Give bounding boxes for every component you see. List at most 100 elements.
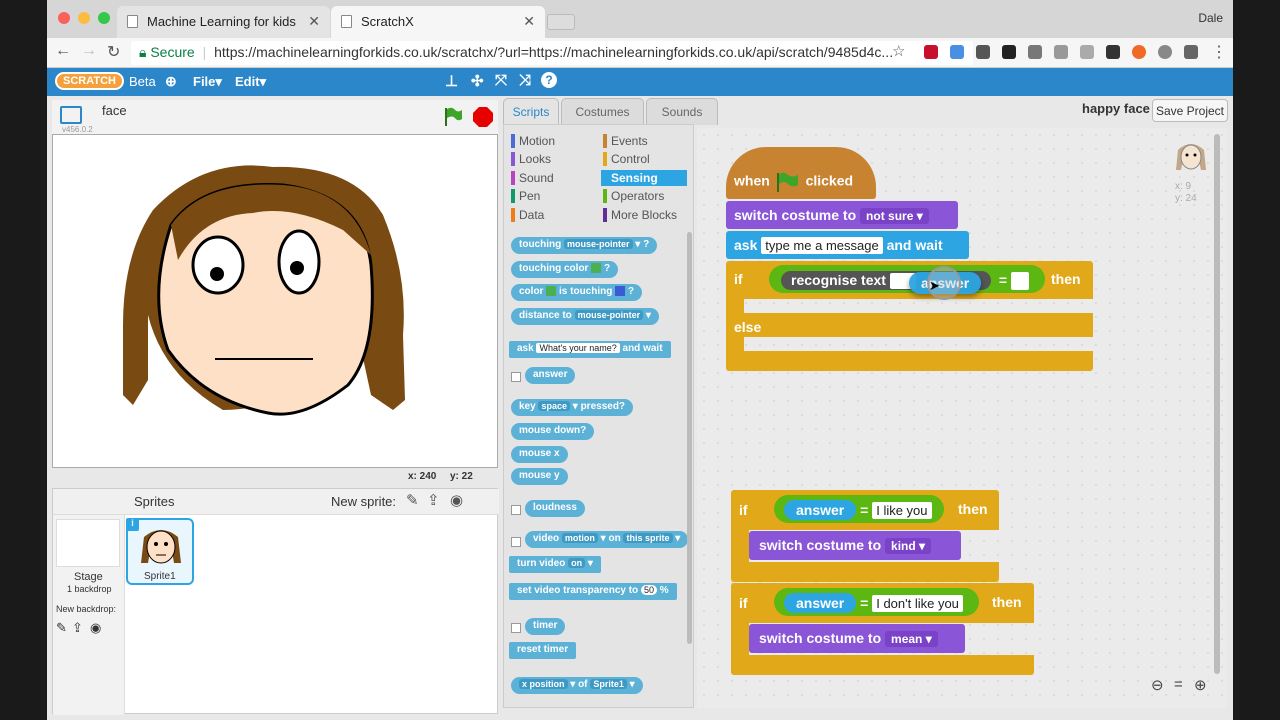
timer-checkbox[interactable]: [511, 623, 521, 633]
category-sound[interactable]: Sound: [509, 170, 595, 186]
switch-costume-block[interactable]: switch costume to not sure ▾: [726, 201, 958, 229]
paint-sprite-icon[interactable]: ✎: [406, 491, 419, 509]
category-data[interactable]: Data: [509, 207, 595, 223]
tab-sounds[interactable]: Sounds: [646, 98, 718, 125]
costume-dropdown[interactable]: not sure ▾: [860, 208, 929, 224]
costume-dropdown[interactable]: kind ▾: [885, 538, 932, 554]
profile-name[interactable]: Dale: [1198, 11, 1223, 25]
close-tab-icon[interactable]: ✕: [523, 13, 535, 30]
stage-canvas[interactable]: [52, 134, 498, 468]
extension-icon[interactable]: [924, 45, 938, 59]
camera-backdrop-icon[interactable]: ◉: [90, 620, 101, 636]
when-flag-clicked-block[interactable]: when clicked: [726, 147, 876, 199]
category-operators[interactable]: Operators: [601, 188, 687, 204]
loudness-reporter[interactable]: loudness: [525, 500, 585, 517]
key-pressed-block[interactable]: key space ▾ pressed?: [511, 399, 634, 416]
duplicate-icon[interactable]: ⊥: [445, 72, 458, 90]
zoom-out-icon[interactable]: ⊖: [1151, 676, 1164, 694]
extension-icon[interactable]: [1002, 45, 1016, 59]
cast-icon[interactable]: [1054, 45, 1068, 59]
switch-costume-block[interactable]: switch costume to mean ▾: [749, 624, 965, 653]
zoom-reset-icon[interactable]: =: [1174, 676, 1183, 693]
zoom-in-icon[interactable]: ⊕: [1194, 676, 1207, 694]
back-icon[interactable]: ←: [55, 42, 71, 60]
upload-sprite-icon[interactable]: ⇪: [427, 491, 440, 509]
maximize-window-icon[interactable]: [98, 12, 110, 24]
menu-icon[interactable]: ⋮: [1211, 42, 1227, 62]
answer-reporter[interactable]: answer: [784, 593, 857, 613]
answer-reporter[interactable]: answer: [784, 500, 857, 520]
extension-icon[interactable]: [976, 45, 990, 59]
reset-timer-block[interactable]: reset timer: [509, 642, 577, 659]
edit-menu[interactable]: Edit▾: [235, 74, 266, 90]
switch-costume-block[interactable]: switch costume to kind ▾: [749, 531, 961, 560]
distance-to-block[interactable]: distance to mouse-pointer ▾: [511, 308, 659, 325]
tab-scratchx[interactable]: ScratchX ✕: [331, 6, 545, 38]
tab-scripts[interactable]: Scripts: [503, 98, 559, 125]
equals-operator[interactable]: answer = I don't like you: [774, 588, 979, 616]
category-control[interactable]: Control: [601, 151, 687, 167]
new-tab-button[interactable]: [547, 14, 575, 30]
close-tab-icon[interactable]: ✕: [308, 13, 320, 30]
category-more-blocks[interactable]: More Blocks: [601, 207, 687, 223]
costume-dropdown[interactable]: mean ▾: [885, 631, 938, 647]
ask-and-wait-block[interactable]: ask What's your name? and wait: [509, 341, 671, 358]
tab-costumes[interactable]: Costumes: [561, 98, 644, 125]
timer-reporter[interactable]: timer: [525, 618, 566, 635]
extension-icon[interactable]: [950, 45, 964, 59]
turn-video-block[interactable]: turn video on ▾: [509, 556, 601, 573]
star-icon[interactable]: ☆: [892, 42, 905, 60]
category-pen[interactable]: Pen: [509, 188, 595, 204]
help-icon[interactable]: ?: [541, 72, 557, 88]
answer-reporter[interactable]: answer: [525, 367, 576, 384]
forward-icon[interactable]: →: [81, 42, 97, 60]
tab-machine-learning[interactable]: Machine Learning for kids ✕: [117, 6, 330, 38]
stop-icon[interactable]: [472, 106, 494, 128]
file-menu[interactable]: File▾: [193, 74, 222, 90]
video-checkbox[interactable]: [511, 537, 521, 547]
scratch-logo[interactable]: SCRATCH: [55, 72, 124, 90]
video-motion-reporter[interactable]: video motion ▾ on this sprite ▾: [525, 531, 689, 548]
shrink-icon[interactable]: ⤨: [519, 72, 531, 89]
extension-icon[interactable]: [1132, 45, 1146, 59]
close-window-icon[interactable]: [58, 12, 70, 24]
set-video-transparency-block[interactable]: set video transparency to 50 %: [509, 583, 677, 600]
minimize-window-icon[interactable]: [78, 12, 90, 24]
equals-operator[interactable]: answer = I like you: [774, 495, 944, 523]
equals-right-input[interactable]: [1010, 272, 1029, 291]
sprite1-thumbnail[interactable]: i Sprite1: [126, 518, 194, 585]
green-flag-icon[interactable]: [442, 106, 464, 128]
extension-icon[interactable]: [1158, 45, 1172, 59]
save-project-button[interactable]: Save Project: [1152, 99, 1228, 122]
compare-text-input[interactable]: I like you: [872, 502, 932, 519]
globe-icon[interactable]: ⊕: [165, 73, 177, 90]
category-events[interactable]: Events: [601, 133, 687, 149]
stage-selector[interactable]: Stage 1 backdrop New backdrop: ✎ ⇪ ◉: [53, 515, 125, 715]
address-bar[interactable]: 🔒︎ Secure | https://machinelearningforki…: [131, 41, 973, 65]
delete-icon[interactable]: ✣: [471, 72, 484, 90]
extension-icon[interactable]: [1080, 45, 1094, 59]
extension-icon[interactable]: [1028, 45, 1042, 59]
reload-icon[interactable]: ↻: [107, 42, 120, 62]
upload-backdrop-icon[interactable]: ⇪: [72, 620, 83, 636]
fullscreen-icon[interactable]: [60, 106, 82, 124]
extension-icon[interactable]: [1106, 45, 1120, 59]
palette-scrollbar[interactable]: [687, 232, 692, 644]
project-title[interactable]: happy face: [1082, 101, 1150, 116]
compare-text-input[interactable]: I don't like you: [872, 595, 963, 612]
ask-text-input[interactable]: type me a message: [761, 237, 883, 254]
category-looks[interactable]: Looks: [509, 151, 595, 167]
equals-operator[interactable]: recognise text =: [769, 265, 1045, 293]
script-area-scrollbar[interactable]: [1214, 134, 1220, 674]
color-touching-block[interactable]: color is touching ?: [511, 284, 643, 301]
grow-icon[interactable]: ⤧: [495, 72, 507, 89]
category-sensing[interactable]: Sensing: [601, 170, 687, 186]
camera-icon[interactable]: ◉: [450, 491, 463, 509]
touching-color-block[interactable]: touching color ?: [511, 261, 619, 278]
mouse-x-reporter[interactable]: mouse x: [511, 446, 568, 463]
answer-checkbox[interactable]: [511, 372, 521, 382]
mouse-down-block[interactable]: mouse down?: [511, 423, 595, 440]
category-motion[interactable]: Motion: [509, 133, 595, 149]
extension-icon[interactable]: [1184, 45, 1198, 59]
paint-backdrop-icon[interactable]: ✎: [56, 620, 67, 636]
